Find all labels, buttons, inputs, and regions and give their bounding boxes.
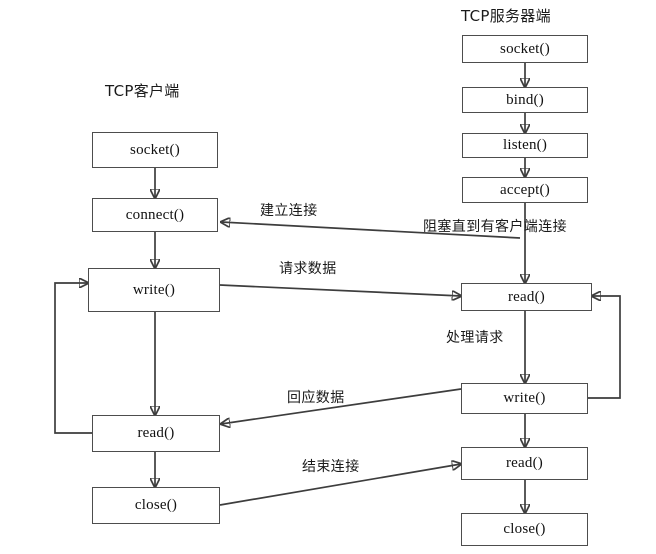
client-node-close[interactable]: close() [92, 487, 220, 524]
client-node-connect-label: connect() [125, 206, 185, 223]
tcp-flow-diagram: TCP客户端 TCP服务器端 socket() connect() write(… [0, 0, 656, 554]
client-column-title: TCP客户端 [105, 82, 180, 100]
edge-label-block-until-client: 阻塞直到有客户端连接 [423, 219, 567, 235]
server-node-socket-label: socket() [500, 40, 550, 57]
edge-label-request-data: 请求数据 [279, 261, 337, 277]
server-node-listen-label: listen() [502, 137, 548, 153]
server-node-listen[interactable]: listen() [462, 133, 588, 158]
server-node-accept-label: accept() [500, 181, 550, 198]
server-node-write[interactable]: write() [461, 383, 588, 414]
server-node-bind-label: bind() [506, 91, 544, 108]
edge-label-response-data: 回应数据 [287, 390, 345, 406]
server-node-read[interactable]: read() [461, 283, 592, 311]
client-node-read-label: read() [137, 425, 175, 441]
server-node-write-label: write() [503, 390, 546, 406]
server-node-bind[interactable]: bind() [462, 87, 588, 113]
server-node-socket[interactable]: socket() [462, 35, 588, 63]
server-node-close[interactable]: close() [461, 513, 588, 546]
edge-label-close-connection: 结束连接 [302, 459, 360, 475]
client-node-write[interactable]: write() [88, 268, 220, 312]
server-column-title: TCP服务器端 [461, 7, 551, 25]
client-node-socket[interactable]: socket() [92, 132, 218, 168]
edge-request-data [219, 284, 461, 296]
edge-label-process-request: 处理请求 [446, 330, 504, 346]
edge-label-establish-connection: 建立连接 [260, 203, 318, 219]
client-node-socket-label: socket() [130, 141, 180, 158]
server-node-read-label: read() [507, 288, 545, 305]
server-node-read-2[interactable]: read() [461, 447, 588, 480]
server-node-accept[interactable]: accept() [462, 177, 588, 203]
client-node-connect[interactable]: connect() [92, 198, 218, 232]
server-node-close-label: close() [503, 521, 546, 537]
client-node-close-label: close() [134, 497, 178, 513]
client-node-read[interactable]: read() [92, 415, 220, 452]
edge-client-read-loop-to-write [54, 283, 92, 434]
client-node-write-label: write() [132, 281, 176, 298]
server-node-read-2-label: read() [505, 455, 543, 471]
edge-server-write-loop-to-read [588, 296, 621, 399]
